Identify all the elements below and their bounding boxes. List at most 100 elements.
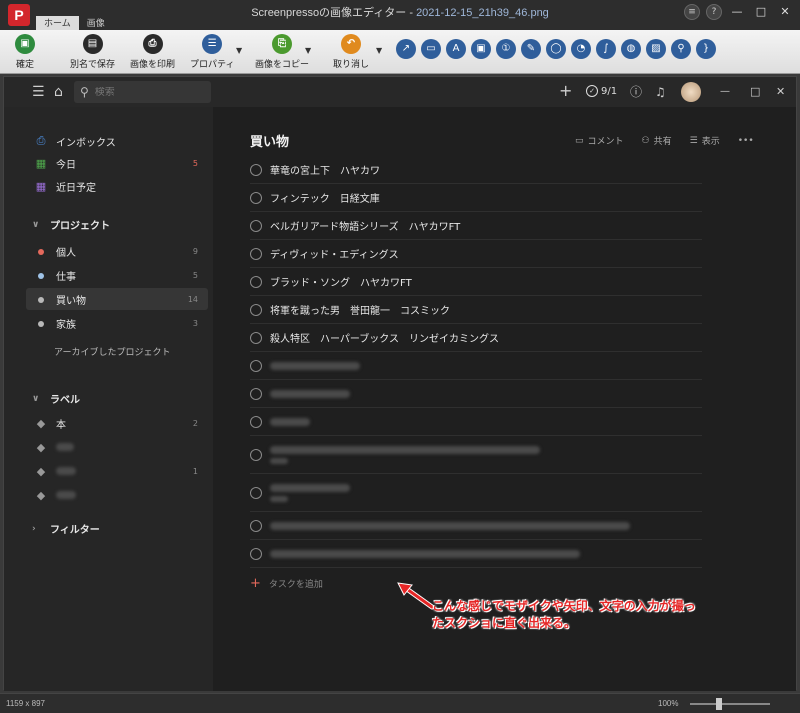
numbered-step-tool-icon[interactable]: ① <box>496 39 516 59</box>
copy-icon: ⎘ <box>272 34 292 54</box>
help-icon[interactable]: ? <box>706 4 722 20</box>
undo-button[interactable]: ↶ 取り消し <box>333 34 369 70</box>
task-row[interactable]: 将軍を蹴った男 誉田龍一 コスミック <box>250 296 702 324</box>
project-dot-icon <box>34 293 48 306</box>
blur-drop-tool-icon[interactable]: ◍ <box>621 39 641 59</box>
copy-dropdown-icon[interactable]: ▼ <box>305 46 311 55</box>
task-checkbox[interactable] <box>250 486 262 499</box>
undo-dropdown-icon[interactable]: ▼ <box>376 46 382 55</box>
task-checkbox[interactable] <box>250 303 262 316</box>
task-checkbox[interactable] <box>250 359 262 372</box>
task-row[interactable]: ディヴィッド・エディングス <box>250 240 702 268</box>
task-row-blurred[interactable] <box>250 474 702 512</box>
task-row[interactable]: 華竜の宮上下 ハヤカワ <box>250 156 702 184</box>
task-row-blurred[interactable] <box>250 380 702 408</box>
filters-heading[interactable]: › フィルター <box>32 521 100 537</box>
project-count: 5 <box>192 270 198 280</box>
task-row-blurred[interactable] <box>250 512 702 540</box>
properties-dropdown-icon[interactable]: ▼ <box>236 46 242 55</box>
arrow-tool-icon[interactable]: ↗ <box>396 39 416 59</box>
task-row-blurred[interactable] <box>250 408 702 436</box>
save-as-button[interactable]: ▤ 別名で保存 <box>70 34 115 70</box>
image-tool-icon[interactable]: ▨ <box>646 39 666 59</box>
task-row[interactable]: ベルガリアード物語シリーズ ハヤカワFT <box>250 212 702 240</box>
highlighter-tool-icon[interactable]: ✎ <box>521 39 541 59</box>
projects-heading[interactable]: ∨ プロジェクト <box>32 217 110 233</box>
share-label: 共有 <box>653 137 672 147</box>
sidebar-item-today[interactable]: ▦ 今日 5 <box>26 152 208 174</box>
task-checkbox[interactable] <box>250 219 262 232</box>
sidebar-item-label-book[interactable]: ◆ 本 2 <box>26 412 208 434</box>
tab-home[interactable]: ホーム <box>36 16 79 30</box>
task-checkbox[interactable] <box>250 275 262 288</box>
menu-icon[interactable]: ≡ <box>684 4 700 20</box>
task-checkbox[interactable] <box>250 448 262 461</box>
task-row-blurred[interactable] <box>250 540 702 568</box>
annotation-text: こんな感じでモザイクや矢印、文字の入力が撮っ たスクショに直ぐ出来る。 <box>432 598 732 632</box>
search-input[interactable] <box>94 86 195 98</box>
karma-counter[interactable]: ✓ 9/1 <box>586 85 617 97</box>
sidebar-item-label-blurred[interactable]: ◆ <box>26 484 208 506</box>
more-options-icon[interactable]: ••• <box>738 134 754 147</box>
task-checkbox[interactable] <box>250 547 262 560</box>
task-row-blurred[interactable] <box>250 436 702 474</box>
task-checkbox[interactable] <box>250 519 262 532</box>
tab-image[interactable]: 画像 <box>79 16 113 30</box>
close-icon[interactable]: ✕ <box>776 84 785 100</box>
add-task-button[interactable]: + タスクを追加 <box>250 576 323 591</box>
sidebar-item-work[interactable]: 仕事 5 <box>26 264 208 286</box>
close-button[interactable]: ✕ <box>776 4 794 20</box>
sidebar-item-shopping[interactable]: 買い物 14 <box>26 288 208 310</box>
magnifier-tool-icon[interactable]: ⚲ <box>671 39 691 59</box>
share-button[interactable]: ⚇ 共有 <box>642 134 672 148</box>
sidebar-item-label: インボックス <box>56 137 116 149</box>
sidebar-item-personal[interactable]: 個人 9 <box>26 240 208 262</box>
rectangle-tool-icon[interactable]: ▭ <box>421 39 441 59</box>
task-row[interactable]: ブラッド・ソング ハヤカワFT <box>250 268 702 296</box>
blurred-label <box>56 467 76 475</box>
bell-icon[interactable]: ♫ <box>655 84 666 100</box>
copy-image-button[interactable]: ⎘ 画像をコピー <box>255 34 309 70</box>
confirm-button[interactable]: ▣ 確定 <box>15 34 35 70</box>
blurred-task-title <box>270 417 310 426</box>
task-checkbox[interactable] <box>250 415 262 428</box>
task-checkbox[interactable] <box>250 191 262 204</box>
minimize-icon[interactable]: — <box>720 84 730 100</box>
maximize-icon[interactable]: □ <box>750 84 760 100</box>
sidebar-item-upcoming[interactable]: ▦ 近日予定 <box>26 175 208 197</box>
labels-heading[interactable]: ∨ ラベル <box>32 391 80 407</box>
zoom-slider-thumb[interactable] <box>716 698 722 710</box>
search-box[interactable]: ⚲ <box>74 81 211 103</box>
sidebar-item-label-blurred[interactable]: ◆ 1 <box>26 460 208 482</box>
freehand-tool-icon[interactable]: ∫ <box>596 39 616 59</box>
callout-tool-icon[interactable]: ◔ <box>571 39 591 59</box>
sidebar-item-family[interactable]: 家族 3 <box>26 312 208 334</box>
task-checkbox[interactable] <box>250 331 262 344</box>
avatar[interactable] <box>681 82 701 102</box>
sidebar-item-label-blurred[interactable]: ◆ <box>26 436 208 458</box>
zoom-slider[interactable] <box>690 703 770 705</box>
hamburger-menu-icon[interactable]: ☰ <box>32 84 45 100</box>
help-circle-icon[interactable]: ⓘ <box>630 84 642 100</box>
text-tool-icon[interactable]: A <box>446 39 466 59</box>
sidebar-item-inbox[interactable]: ⎙ インボックス <box>26 130 208 152</box>
properties-button[interactable]: ☰ プロパティ <box>190 34 234 70</box>
task-checkbox[interactable] <box>250 163 262 176</box>
label-tool-icon[interactable]: ▣ <box>471 39 491 59</box>
task-row[interactable]: フィンテック 日経文庫 <box>250 184 702 212</box>
archived-projects-link[interactable]: アーカイブしたプロジェクト <box>54 345 170 358</box>
task-checkbox[interactable] <box>250 387 262 400</box>
comment-button[interactable]: ▭ コメント <box>575 134 624 148</box>
print-button[interactable]: ⎙ 画像を印刷 <box>130 34 175 70</box>
task-row-blurred[interactable] <box>250 352 702 380</box>
task-checkbox[interactable] <box>250 247 262 260</box>
add-icon[interactable]: + <box>559 83 572 99</box>
maximize-button[interactable]: □ <box>752 4 770 20</box>
view-button[interactable]: ☰ 表示 <box>690 134 720 148</box>
ellipse-tool-icon[interactable]: ◯ <box>546 39 566 59</box>
minimize-button[interactable]: — <box>728 4 746 20</box>
zoom-level: 100% <box>658 699 679 708</box>
task-row[interactable]: 殺人特区 ハーパーブックス リンゼイカミングス <box>250 324 702 352</box>
home-icon[interactable]: ⌂ <box>54 84 63 100</box>
brace-tool-icon[interactable]: } <box>696 39 716 59</box>
